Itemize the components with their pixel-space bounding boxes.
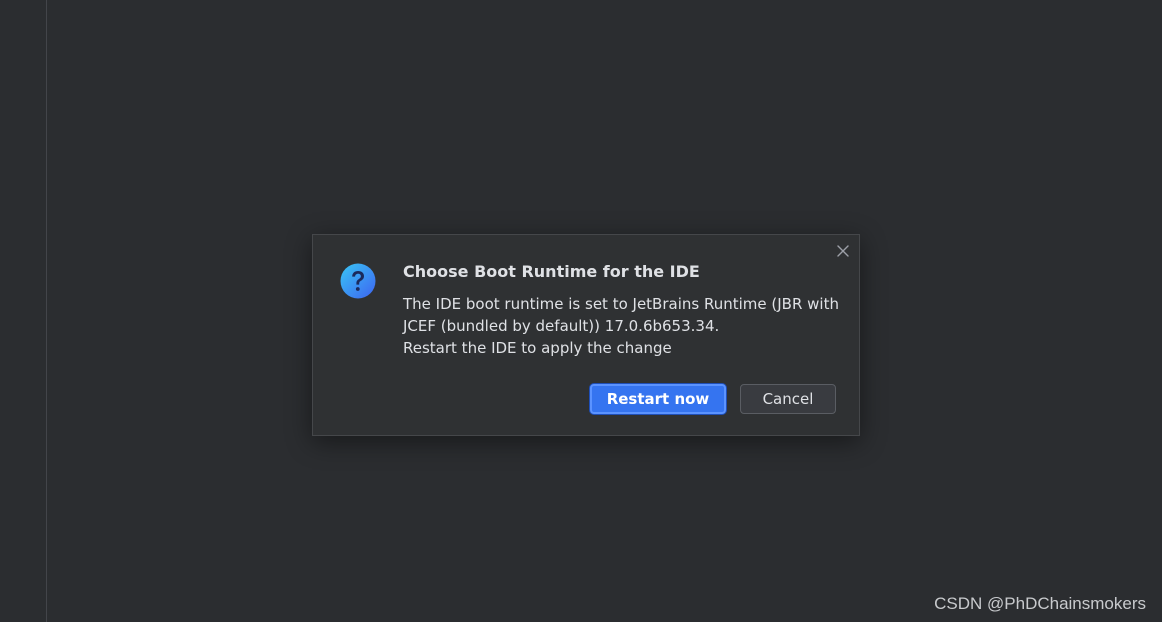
restart-now-button[interactable]: Restart now	[590, 384, 726, 414]
dialog-message: The IDE boot runtime is set to JetBrains…	[403, 293, 843, 359]
cancel-button[interactable]: Cancel	[740, 384, 836, 414]
message-line: JCEF (bundled by default)) 17.0.6b653.34…	[403, 317, 720, 335]
message-line: The IDE boot runtime is set to JetBrains…	[403, 295, 839, 313]
message-line: Restart the IDE to apply the change	[403, 339, 672, 357]
close-icon[interactable]	[835, 243, 851, 259]
watermark: CSDN @PhDChainsmokers	[934, 594, 1146, 613]
question-icon	[340, 263, 376, 299]
dialog-title: Choose Boot Runtime for the IDE	[403, 262, 700, 281]
boot-runtime-dialog: Choose Boot Runtime for the IDE The IDE …	[312, 234, 860, 436]
gutter-divider	[46, 0, 47, 622]
